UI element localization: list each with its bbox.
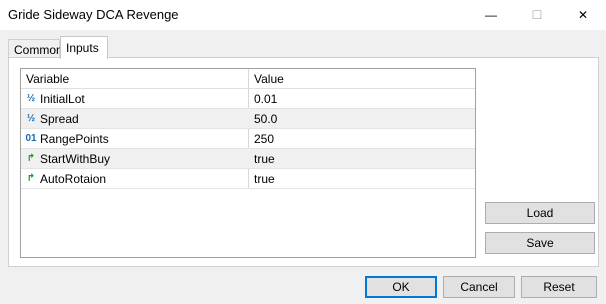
- variable-value[interactable]: 250: [254, 132, 274, 146]
- variable-name: InitialLot: [40, 92, 85, 106]
- half-fraction-icon: ½: [26, 113, 36, 124]
- minimize-icon: —: [485, 8, 497, 22]
- minimize-button[interactable]: —: [468, 0, 514, 30]
- tab-common[interactable]: Common: [8, 39, 63, 59]
- boolean-icon: ↱: [26, 173, 36, 184]
- cancel-button[interactable]: Cancel: [443, 276, 515, 298]
- close-icon: ✕: [577, 8, 589, 22]
- column-header-variable[interactable]: Variable: [26, 72, 69, 86]
- save-button[interactable]: Save: [485, 232, 595, 254]
- boolean-icon: ↱: [26, 153, 36, 164]
- variable-value[interactable]: true: [254, 152, 275, 166]
- half-fraction-icon: ½: [26, 93, 36, 104]
- variable-value[interactable]: true: [254, 172, 275, 186]
- load-button[interactable]: Load: [485, 202, 595, 224]
- inputs-grid: Variable Value ½ InitialLot 0.01 ½ Sprea…: [20, 68, 476, 258]
- tab-inputs[interactable]: Inputs: [60, 36, 108, 59]
- title-bar: Gride Sideway DCA Revenge — ☐ ✕: [0, 0, 606, 30]
- inputs-panel: Variable Value ½ InitialLot 0.01 ½ Sprea…: [8, 57, 599, 267]
- maximize-icon: ☐: [531, 8, 543, 22]
- variable-value[interactable]: 50.0: [254, 112, 277, 126]
- integer-icon: 01: [25, 133, 37, 144]
- table-row[interactable]: ↱ AutoRotaion true: [21, 169, 475, 189]
- close-button[interactable]: ✕: [560, 0, 606, 30]
- table-row[interactable]: ½ Spread 50.0: [21, 109, 475, 129]
- variable-name: StartWithBuy: [40, 152, 111, 166]
- column-header-value[interactable]: Value: [254, 72, 284, 86]
- ok-button[interactable]: OK: [365, 276, 437, 298]
- table-row[interactable]: ↱ StartWithBuy true: [21, 149, 475, 169]
- table-row[interactable]: ½ InitialLot 0.01: [21, 89, 475, 109]
- maximize-button[interactable]: ☐: [514, 0, 560, 30]
- reset-button[interactable]: Reset: [521, 276, 597, 298]
- variable-value[interactable]: 0.01: [254, 92, 277, 106]
- variable-name: AutoRotaion: [40, 172, 107, 186]
- variable-name: Spread: [40, 112, 79, 126]
- variable-name: RangePoints: [40, 132, 109, 146]
- window-title: Gride Sideway DCA Revenge: [8, 7, 179, 22]
- table-row[interactable]: 01 RangePoints 250: [21, 129, 475, 149]
